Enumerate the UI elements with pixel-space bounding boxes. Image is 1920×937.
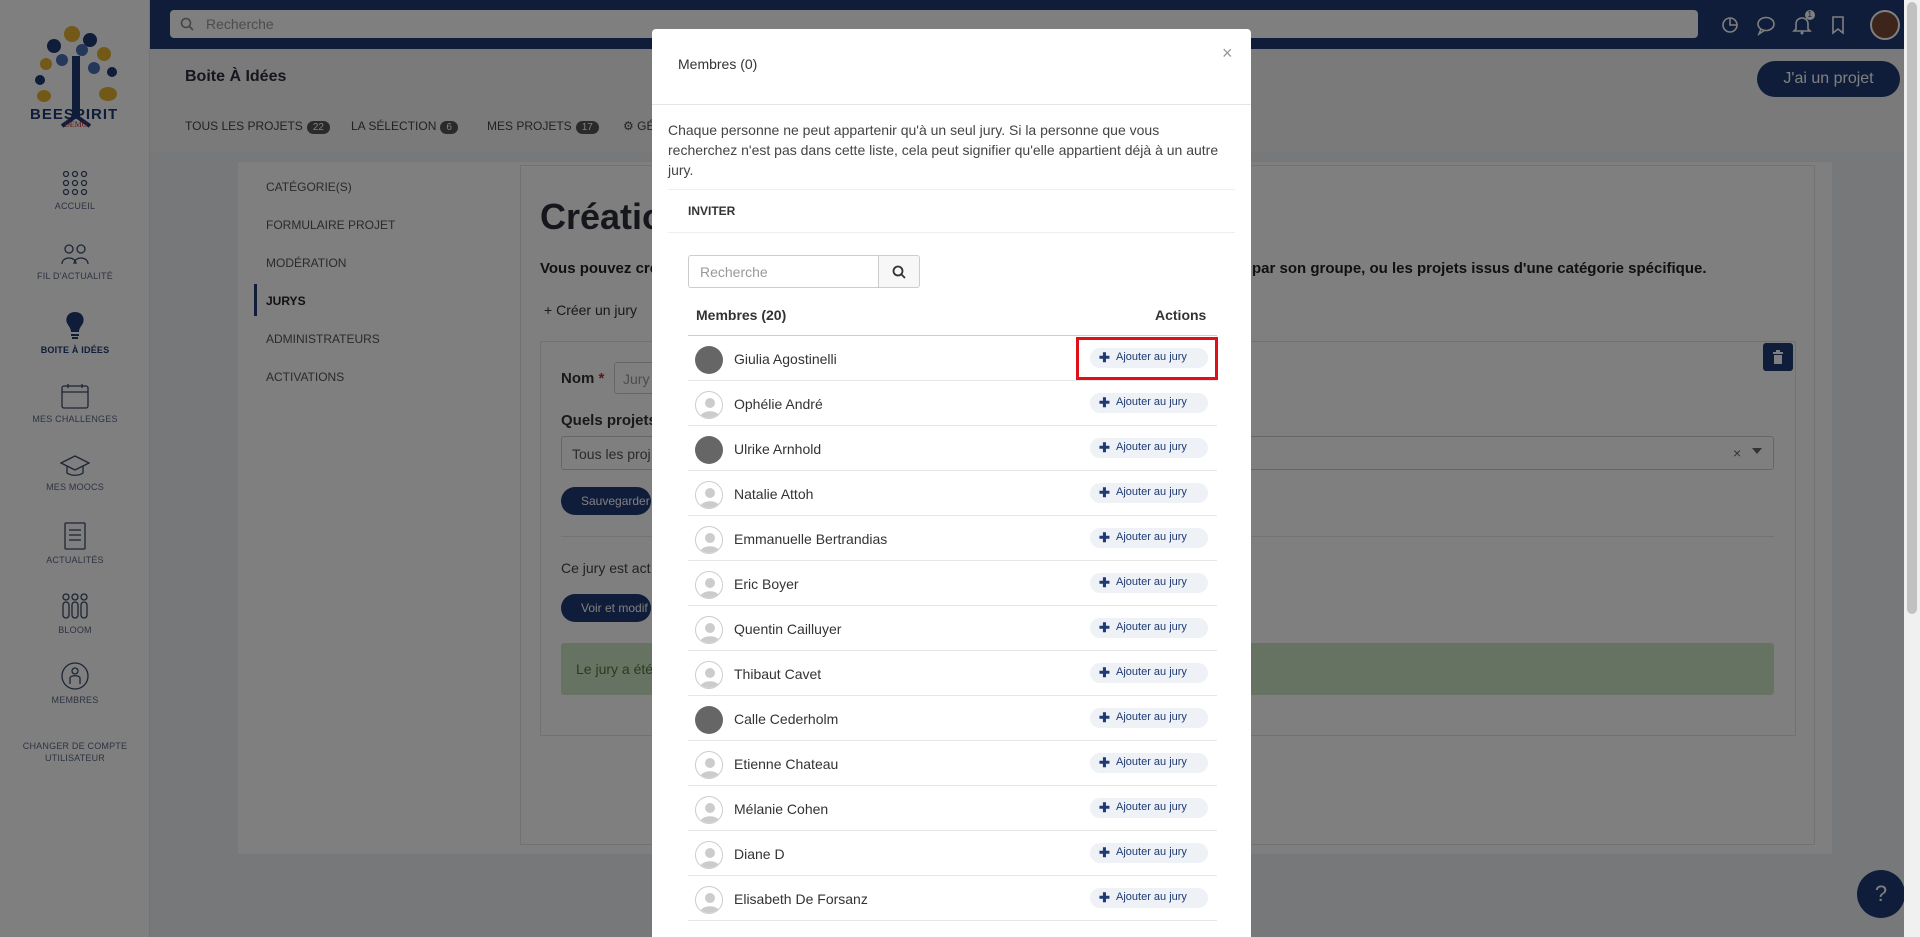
add-to-jury-label: Ajouter au jury [1116, 711, 1187, 723]
default-avatar-icon [700, 623, 720, 643]
avatar [695, 571, 723, 599]
plus-icon: ✚ [1099, 755, 1110, 770]
add-to-jury-label: Ajouter au jury [1116, 441, 1187, 453]
table-row: Calle Cederholm ✚ Ajouter au jury [688, 696, 1217, 741]
add-to-jury-button[interactable]: ✚ Ajouter au jury [1090, 438, 1208, 458]
member-name: Thibaut Cavet [734, 666, 822, 682]
avatar [695, 886, 723, 914]
add-to-jury-button[interactable]: ✚ Ajouter au jury [1090, 888, 1208, 908]
table-row: Quentin Cailluyer ✚ Ajouter au jury [688, 606, 1217, 651]
member-name: Calle Cederholm [734, 711, 839, 727]
add-to-jury-button[interactable]: ✚ Ajouter au jury [1090, 708, 1208, 728]
add-to-jury-label: Ajouter au jury [1116, 801, 1187, 813]
member-name: Giulia Agostinelli [734, 351, 837, 367]
table-row: Natalie Attoh ✚ Ajouter au jury [688, 471, 1217, 516]
actions-column-header: Actions [1155, 307, 1207, 323]
page-scrollbar[interactable] [1904, 0, 1920, 937]
member-search-button[interactable] [878, 255, 920, 288]
modal-header: Membres (0) × [652, 29, 1251, 105]
add-to-jury-label: Ajouter au jury [1116, 621, 1187, 633]
default-avatar-icon [700, 758, 720, 778]
highlight-box [1076, 337, 1218, 380]
plus-icon: ✚ [1099, 530, 1110, 545]
avatar [695, 616, 723, 644]
plus-icon: ✚ [1099, 665, 1110, 680]
member-name: Quentin Cailluyer [734, 621, 842, 637]
add-to-jury-button[interactable]: ✚ Ajouter au jury [1090, 483, 1208, 503]
invite-section: INVITER [668, 189, 1235, 233]
member-name: Ulrike Arnhold [734, 441, 822, 457]
invite-label: INVITER [688, 204, 736, 218]
plus-icon: ✚ [1099, 620, 1110, 635]
plus-icon: ✚ [1099, 395, 1110, 410]
table-row: Diane D ✚ Ajouter au jury [688, 831, 1217, 876]
default-avatar-icon [700, 488, 720, 508]
default-avatar-icon [700, 398, 720, 418]
member-name: Elisabeth De Forsanz [734, 891, 868, 907]
avatar [695, 706, 723, 734]
add-to-jury-label: Ajouter au jury [1116, 846, 1187, 858]
avatar [695, 841, 723, 869]
default-avatar-icon [700, 803, 720, 823]
add-to-jury-button[interactable]: ✚ Ajouter au jury [1090, 393, 1208, 413]
plus-icon: ✚ [1099, 845, 1110, 860]
member-name: Emmanuelle Bertrandias [734, 531, 888, 547]
add-to-jury-label: Ajouter au jury [1116, 666, 1187, 678]
default-avatar-icon [700, 533, 720, 553]
default-avatar-icon [700, 668, 720, 688]
members-modal: Membres (0) × Chaque personne ne peut ap… [652, 29, 1251, 937]
default-avatar-icon [700, 848, 720, 868]
plus-icon: ✚ [1099, 890, 1110, 905]
avatar [695, 751, 723, 779]
search-icon [892, 265, 906, 279]
close-icon[interactable]: × [1222, 43, 1233, 64]
table-row: Thibaut Cavet ✚ Ajouter au jury [688, 651, 1217, 696]
table-row: Ophélie André ✚ Ajouter au jury [688, 381, 1217, 426]
avatar [695, 346, 723, 374]
avatar [695, 391, 723, 419]
add-to-jury-label: Ajouter au jury [1116, 756, 1187, 768]
plus-icon: ✚ [1099, 710, 1110, 725]
plus-icon: ✚ [1099, 440, 1110, 455]
avatar [695, 526, 723, 554]
add-to-jury-button[interactable]: ✚ Ajouter au jury [1090, 753, 1208, 773]
member-search-input[interactable]: Recherche [688, 255, 878, 288]
add-to-jury-button[interactable]: ✚ Ajouter au jury [1090, 798, 1208, 818]
add-to-jury-button[interactable]: ✚ Ajouter au jury [1090, 618, 1208, 638]
member-name: Natalie Attoh [734, 486, 814, 502]
modal-title: Membres (0) [678, 56, 758, 72]
avatar [695, 481, 723, 509]
add-to-jury-label: Ajouter au jury [1116, 486, 1187, 498]
add-to-jury-button[interactable]: ✚ Ajouter au jury [1090, 663, 1208, 683]
table-row: Eric Boyer ✚ Ajouter au jury [688, 561, 1217, 606]
add-to-jury-button[interactable]: ✚ Ajouter au jury [1090, 528, 1208, 548]
add-to-jury-label: Ajouter au jury [1116, 576, 1187, 588]
member-name: Diane D [734, 846, 785, 862]
plus-icon: ✚ [1099, 485, 1110, 500]
member-name: Etienne Chateau [734, 756, 839, 772]
add-to-jury-label: Ajouter au jury [1116, 891, 1187, 903]
table-row: Elisabeth De Forsanz ✚ Ajouter au jury [688, 876, 1217, 921]
add-to-jury-label: Ajouter au jury [1116, 531, 1187, 543]
plus-icon: ✚ [1099, 575, 1110, 590]
member-name: Eric Boyer [734, 576, 799, 592]
add-to-jury-button[interactable]: ✚ Ajouter au jury [1090, 843, 1208, 863]
add-to-jury-label: Ajouter au jury [1116, 396, 1187, 408]
modal-info-text: Chaque personne ne peut appartenir qu'à … [668, 122, 1219, 178]
members-column-header: Membres (20) [696, 307, 787, 323]
table-row: Emmanuelle Bertrandias ✚ Ajouter au jury [688, 516, 1217, 561]
avatar [695, 796, 723, 824]
add-to-jury-button[interactable]: ✚ Ajouter au jury [1090, 573, 1208, 593]
table-row: Ulrike Arnhold ✚ Ajouter au jury [688, 426, 1217, 471]
table-row: Mélanie Cohen ✚ Ajouter au jury [688, 786, 1217, 831]
avatar [695, 436, 723, 464]
member-name: Mélanie Cohen [734, 801, 829, 817]
table-row: Etienne Chateau ✚ Ajouter au jury [688, 741, 1217, 786]
default-avatar-icon [700, 893, 720, 913]
avatar [695, 661, 723, 689]
default-avatar-icon [700, 578, 720, 598]
member-name: Ophélie André [734, 396, 823, 412]
plus-icon: ✚ [1099, 800, 1110, 815]
scroll-thumb[interactable] [1907, 2, 1917, 614]
